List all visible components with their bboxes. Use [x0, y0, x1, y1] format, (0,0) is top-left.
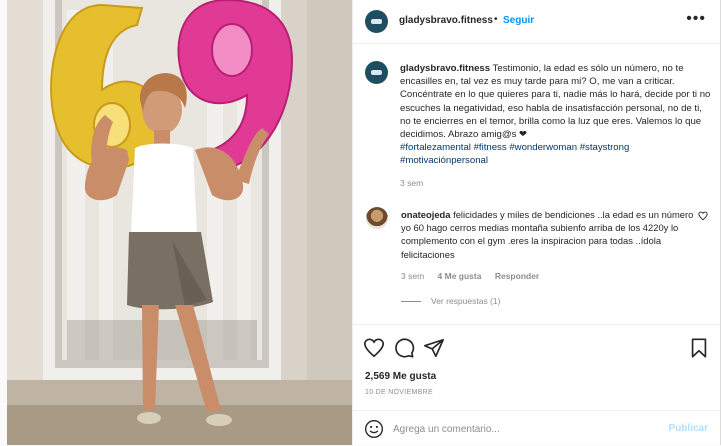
comment: onateojeda felicidades y miles de bendic…	[401, 208, 697, 261]
comment-username[interactable]: onateojeda	[401, 209, 451, 220]
post-username[interactable]: gladysbravo.fitness	[399, 15, 493, 26]
add-comment-bar: Publicar	[353, 410, 720, 446]
comments-section[interactable]: gladysbravo.fitness Testimonio, la edad …	[353, 44, 720, 324]
reply-button[interactable]: Responder	[495, 271, 539, 281]
publish-button[interactable]: Publicar	[669, 423, 708, 434]
caption: gladysbravo.fitness Testimonio, la edad …	[400, 62, 712, 168]
comment-time[interactable]: 3 sem	[401, 271, 424, 281]
post-photo[interactable]	[7, 0, 352, 445]
caption-avatar[interactable]	[365, 61, 388, 84]
caption-hashtags[interactable]: #fortalezamental #fitness #wonderwoman #…	[400, 142, 629, 166]
heart-icon[interactable]	[363, 337, 385, 359]
more-options-icon[interactable]: •••	[686, 10, 706, 28]
caption-time[interactable]: 3 sem	[400, 178, 423, 188]
separator-dot: •	[494, 14, 498, 25]
view-replies-label[interactable]: Ver respuestas (1)	[431, 296, 500, 306]
profile-avatar[interactable]	[365, 10, 388, 33]
bookmark-icon[interactable]	[688, 337, 710, 359]
caption-username[interactable]: gladysbravo.fitness	[400, 63, 490, 74]
comment-likes[interactable]: 4 Me gusta	[438, 271, 482, 281]
replies-line	[401, 301, 421, 303]
comment-icon[interactable]	[393, 337, 415, 359]
comment-heart-icon[interactable]	[698, 211, 708, 224]
post-header: gladysbravo.fitness • Seguir •••	[353, 0, 720, 44]
emoji-icon[interactable]	[364, 419, 384, 439]
view-replies-button[interactable]: Ver respuestas (1)	[401, 296, 500, 306]
comment-meta: 3 sem 4 Me gusta Responder	[401, 271, 550, 281]
photo-illustration	[7, 0, 352, 445]
instagram-post-modal: gladysbravo.fitness • Seguir ••• gladysb…	[0, 0, 721, 445]
post-actions: 2,569 Me gusta 10 DE NOVIEMBRE Publicar	[353, 324, 720, 445]
share-icon[interactable]	[423, 337, 445, 359]
commenter-avatar[interactable]	[366, 207, 388, 229]
like-count[interactable]: 2,569 Me gusta	[365, 371, 436, 382]
post-date[interactable]: 10 DE NOVIEMBRE	[365, 389, 433, 396]
follow-button[interactable]: Seguir	[503, 15, 534, 26]
caption-text: Testimonio, la edad es sólo un número, n…	[400, 63, 711, 141]
comment-input[interactable]	[393, 420, 663, 438]
post-details-panel: gladysbravo.fitness • Seguir ••• gladysb…	[352, 0, 721, 445]
